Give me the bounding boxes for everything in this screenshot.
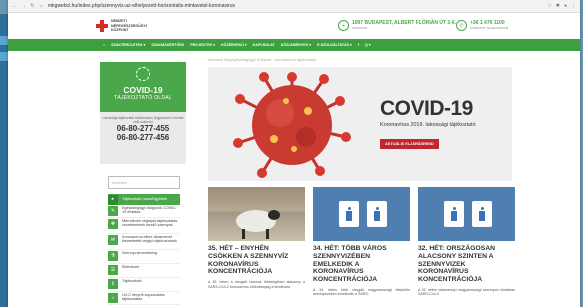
covid-box-title: COVID-19 bbox=[123, 85, 163, 95]
menu-icon[interactable]: ⋮ bbox=[571, 3, 576, 9]
menu-item[interactable]: KÖZÉRDEKŰ ▾ bbox=[221, 43, 247, 47]
logo-text: NEMZETI NÉPEGÉSZSÉGÜGYI KÖZPONT bbox=[111, 19, 147, 33]
location-pin-icon: ⌖ bbox=[338, 20, 349, 31]
news-excerpt: A 35. héten a vizsgált városok többségéb… bbox=[208, 280, 305, 289]
restroom-sign-icon bbox=[472, 201, 492, 227]
profile-icon[interactable]: ● bbox=[564, 3, 567, 9]
side-menu-item[interactable]: ☰ Élelmiszer bbox=[108, 264, 180, 278]
news-image bbox=[313, 187, 410, 241]
side-menu-item[interactable]: ▸ Tájékoztató Iroda/Ügyfelek bbox=[108, 194, 180, 205]
list-icon: ☰ bbox=[108, 265, 118, 275]
star-icon[interactable]: ☆ bbox=[547, 3, 551, 9]
restroom-sign-icon bbox=[339, 201, 359, 227]
virus-icon bbox=[136, 67, 150, 81]
mail-icon: ✉ bbox=[108, 235, 118, 245]
hero-subtitle: Koronavírus 2019. lakossági tájékoztató bbox=[380, 122, 476, 128]
news-image bbox=[208, 187, 305, 241]
menu-item[interactable]: PROJEKTEK ▾ bbox=[190, 43, 215, 47]
menu-item[interactable]: KÖZLEMÉNYEK ▾ bbox=[281, 43, 311, 47]
menu-item[interactable]: SZAKMÁKÉRTŐEK bbox=[151, 43, 184, 47]
side-menu-item[interactable]: ℹ Tájékoztató bbox=[108, 278, 180, 292]
extensions-icon[interactable]: ✱ bbox=[556, 3, 560, 9]
news-excerpt: A 34. héten több vizsgált magyarországi … bbox=[313, 287, 410, 297]
restroom-sign-icon bbox=[367, 201, 387, 227]
home-icon[interactable]: ⌂ bbox=[39, 3, 44, 9]
news-image bbox=[418, 187, 515, 241]
browser-window: ← → ↻ ⌂ mkgwebci.hu/index.php/szennyviz-… bbox=[8, 0, 580, 307]
hotline-box: Lakossági tájékoztató telefonszám (ingye… bbox=[100, 112, 186, 164]
side-menu-item[interactable]: ✚ Mérnöknek véglajdó tájékoztatás vezeté… bbox=[108, 218, 180, 234]
header-phone: ✆ +36 1 476 1100 KÖZPONTI TELEFONSZÁM bbox=[456, 20, 508, 31]
menu-item[interactable]: E-SZOLGÁLTATÁS ▾ bbox=[317, 43, 352, 47]
news-title[interactable]: 34. HÉT: TÖBB VÁROS SZENNYVIZÉBEN EMELKE… bbox=[313, 245, 410, 284]
side-menu-item[interactable]: ✉ Koronavírus elleni oltásmenet kiemelte… bbox=[108, 234, 180, 250]
covid-info-box[interactable]: COVID-19 TÁJÉKOZTATÓ OLDAL bbox=[100, 62, 186, 112]
news-card[interactable]: 32. HÉT: ORSZÁGOSAN ALACSONY SZINTEN A S… bbox=[418, 187, 515, 297]
news-title[interactable]: 35. HÉT – ENYHÉN CSÖKKEN A SZENNYVÍZ KOR… bbox=[208, 245, 305, 276]
sheep-image bbox=[236, 210, 280, 239]
news-card[interactable]: 34. HÉT: TÖBB VÁROS SZENNYVIZÉBEN EMELKE… bbox=[313, 187, 410, 297]
red-cross-icon bbox=[96, 20, 108, 32]
main-menu: ⌂ SZAKTERÜLETEK ▾ SZAKMÁKÉRTŐEK PROJEKTE… bbox=[8, 39, 580, 51]
site-logo[interactable]: NEMZETI NÉPEGÉSZSÉGÜGYI KÖZPONT bbox=[96, 19, 151, 32]
side-menu-item[interactable]: ☼ UV-C fényről kapcsolatos tájékoztatás bbox=[108, 292, 180, 305]
breadcrumb[interactable]: Nemzeti Népegészségügyi Központ › korona… bbox=[208, 57, 316, 62]
home-icon[interactable]: ⌂ bbox=[103, 43, 105, 47]
side-menu-item[interactable]: ⚗ Szennyvízmonitoring bbox=[108, 250, 180, 264]
back-icon[interactable]: ← bbox=[12, 3, 17, 9]
sidebar: COVID-19 TÁJÉKOZTATÓ OLDAL Lakossági táj… bbox=[100, 62, 186, 305]
search-input[interactable]: Keresés... bbox=[108, 176, 180, 189]
hotline-label: Lakossági tájékoztató telefonszám (ingye… bbox=[102, 116, 184, 124]
news-excerpt: A 32. héten valamennyi magyarországi sze… bbox=[418, 287, 515, 297]
news-card[interactable]: 35. HÉT – ENYHÉN CSÖKKEN A SZENNYVÍZ KOR… bbox=[208, 187, 305, 297]
cross-icon: ✚ bbox=[108, 219, 118, 229]
news-cards: 35. HÉT – ENYHÉN CSÖKKEN A SZENNYVÍZ KOR… bbox=[208, 187, 515, 297]
address-bar[interactable]: mkgwebci.hu/index.php/szennyviz-az-elhel… bbox=[48, 3, 543, 9]
menu-item[interactable]: KAPCSOLAT bbox=[253, 43, 275, 47]
facebook-icon[interactable]: f bbox=[358, 43, 359, 47]
phone-icon: ✆ bbox=[456, 20, 467, 31]
menu-item[interactable]: SZAKTERÜLETEK ▾ bbox=[111, 43, 145, 47]
arrow-icon: ▸ bbox=[108, 194, 118, 205]
header-address: ⌖ 1097 BUDAPEST, ALBERT FLÓRIÁN ÚT 2-6. … bbox=[338, 20, 456, 31]
hero-banner[interactable]: COVID-19 Koronavírus 2019. lakossági táj… bbox=[208, 67, 512, 181]
search-icon[interactable]: Q ▾ bbox=[365, 43, 371, 47]
flask-icon: ⚗ bbox=[108, 251, 118, 261]
hotline-number[interactable]: 06-80-277-456 bbox=[100, 133, 186, 142]
forward-icon[interactable]: → bbox=[21, 3, 26, 9]
hotline-number[interactable]: 06-80-277-455 bbox=[100, 124, 186, 133]
info-icon: ℹ bbox=[108, 279, 118, 289]
side-menu: ▸ Tájékoztató Iroda/Ügyfelek ✎ Egészségü… bbox=[108, 194, 180, 305]
news-title[interactable]: 32. HÉT: ORSZÁGOSAN ALACSONY SZINTEN A S… bbox=[418, 245, 515, 284]
hero-title: COVID-19 bbox=[380, 97, 473, 120]
browser-toolbar: ← → ↻ ⌂ mkgwebci.hu/index.php/szennyviz-… bbox=[8, 0, 580, 13]
restroom-sign-icon bbox=[444, 201, 464, 227]
coronavirus-image bbox=[233, 72, 351, 178]
sun-icon: ☼ bbox=[108, 293, 118, 303]
pen-icon: ✎ bbox=[108, 206, 118, 216]
covid-box-subtitle: TÁJÉKOZTATÓ OLDAL bbox=[114, 95, 172, 101]
reload-icon[interactable]: ↻ bbox=[30, 3, 35, 9]
site-header: NEMZETI NÉPEGÉSZSÉGÜGYI KÖZPONT ⌖ 1097 B… bbox=[8, 13, 580, 39]
side-menu-item[interactable]: ✎ Egészségügyi dolgozók COVID-19 ellátás… bbox=[108, 205, 180, 218]
current-procedure-button[interactable]: AKTUÁLIS ELJÁRÁSREND bbox=[380, 139, 439, 149]
